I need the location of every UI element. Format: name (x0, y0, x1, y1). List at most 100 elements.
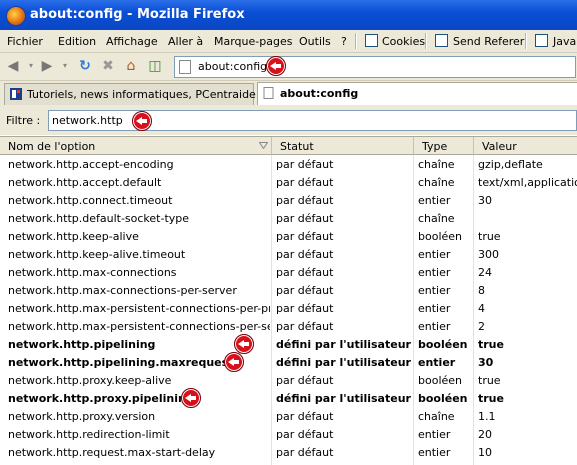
cell-value: 2 (478, 320, 485, 333)
menu-help[interactable]: ? (341, 35, 347, 48)
url-text: about:config (198, 60, 268, 73)
cell-status: par défaut (276, 158, 334, 171)
java-label: Java (553, 35, 577, 48)
new-tab-icon[interactable]: ◫ (146, 57, 164, 75)
cell-type: entier (418, 194, 451, 207)
table-row[interactable]: network.http.max-connections par défaut en… (0, 263, 577, 281)
cell-type: entier (418, 446, 451, 459)
menu-separator (425, 33, 427, 49)
sort-arrow-icon (259, 142, 268, 149)
red-arrow-icon (132, 111, 152, 131)
cell-name: network.http.connect.timeout (8, 194, 173, 207)
cell-name: network.http.max-persistent-connections-… (8, 302, 270, 315)
filter-input[interactable]: network.http (48, 110, 577, 131)
column-header-type[interactable]: Type (414, 137, 474, 155)
table-row[interactable]: network.http.connect.timeout par défaut en… (0, 191, 577, 209)
table-row[interactable]: network.http.request.max-start-delay par … (0, 443, 577, 461)
cell-type: entier (418, 320, 451, 333)
cell-type: booléen (418, 374, 463, 387)
cell-value: true (478, 338, 504, 351)
send-referer-checkbox[interactable] (435, 34, 448, 47)
cell-type: booléen (418, 338, 468, 351)
cell-type: booléen (418, 392, 468, 405)
menu-bar: Fichier Edition Affichage Aller à Marque… (0, 30, 577, 53)
cell-type: entier (418, 302, 451, 315)
cell-value: 1.1 (478, 410, 496, 423)
table-row[interactable]: network.http.default-socket-type par défa… (0, 209, 577, 227)
cell-name: network.http.accept.default (8, 176, 162, 189)
cell-status: par défaut (276, 428, 334, 441)
stop-icon[interactable]: ✖ (99, 57, 117, 75)
forward-dropdown-icon[interactable]: ▾ (56, 57, 74, 75)
page-icon (263, 87, 274, 99)
table-row[interactable]: network.http.proxy.pipelining défini par … (0, 389, 577, 407)
window-title: about:config - Mozilla Firefox (30, 7, 245, 22)
cell-value: 4 (478, 302, 485, 315)
cell-name: network.http.proxy.version (8, 410, 156, 423)
cell-status: par défaut (276, 284, 334, 297)
column-header-value[interactable]: Valeur (474, 137, 577, 155)
cell-status: par défaut (276, 248, 334, 261)
menu-outils[interactable]: Outils (299, 35, 331, 48)
reload-icon[interactable]: ↻ (76, 57, 94, 75)
filter-bar: Filtre : network.http (0, 105, 577, 135)
table-row[interactable]: network.http.max-persistent-connections-… (0, 317, 577, 335)
cell-type: entier (418, 356, 456, 369)
cookies-checkbox[interactable] (365, 34, 378, 47)
red-arrow-icon (181, 388, 201, 408)
back-icon[interactable]: ◀ (4, 57, 22, 75)
table-row[interactable]: network.http.accept.default par défaut cha… (0, 173, 577, 191)
table-row[interactable]: network.http.keep-alive.timeout par défau… (0, 245, 577, 263)
cell-value: 30 (478, 356, 494, 369)
cell-type: entier (418, 428, 451, 441)
forward-icon[interactable]: ▶ (38, 57, 56, 75)
table-row[interactable]: network.http.proxy.keep-alive par défaut b… (0, 371, 577, 389)
column-header-name[interactable]: Nom de l'option (0, 137, 272, 155)
column-header-status[interactable]: Statut (272, 137, 414, 155)
table-row[interactable]: network.http.keep-alive par défaut booléen… (0, 227, 577, 245)
home-icon[interactable]: ⌂ (122, 57, 140, 75)
cell-value: 30 (478, 194, 492, 207)
java-checkbox[interactable] (535, 34, 548, 47)
cell-type: entier (418, 266, 451, 279)
cell-type: chaîne (418, 158, 455, 171)
cell-value: true (478, 392, 504, 405)
menu-edition[interactable]: Edition (58, 35, 96, 48)
table-row[interactable]: network.http.pipelining.maxrequests défin… (0, 353, 577, 371)
cell-name: network.http.pipelining (8, 338, 156, 351)
filter-value: network.http (52, 114, 123, 127)
red-arrow-icon (266, 56, 286, 76)
cell-status: par défaut (276, 266, 334, 279)
table-row[interactable]: network.http.max-persistent-connections-… (0, 299, 577, 317)
menu-marque-pages[interactable]: Marque-pages (214, 35, 292, 48)
cell-value: true (478, 230, 501, 243)
cell-value: 8 (478, 284, 485, 297)
menu-fichier[interactable]: Fichier (7, 35, 43, 48)
cell-name: network.http.accept-encoding (8, 158, 174, 171)
cell-value: 300 (478, 248, 499, 261)
table-row[interactable]: network.http.pipelining défini par l'util… (0, 335, 577, 353)
table-row[interactable]: network.http.redirection-limit par défaut… (0, 425, 577, 443)
menu-aller[interactable]: Aller à (168, 35, 203, 48)
table-row[interactable]: network.http.max-connections-per-server p… (0, 281, 577, 299)
cell-name: network.http.keep-alive.timeout (8, 248, 186, 261)
cell-type: entier (418, 248, 451, 261)
preferences-table: Nom de l'option Statut Type Valeur netwo… (0, 136, 577, 465)
cell-name: network.http.max-connections (8, 266, 177, 279)
cell-value: true (478, 374, 501, 387)
cell-value: gzip,deflate (478, 158, 543, 171)
table-row[interactable]: network.http.accept-encoding par défaut ch… (0, 155, 577, 173)
cell-name: network.http.proxy.keep-alive (8, 374, 172, 387)
table-row[interactable]: network.http.proxy.version par défaut chaî… (0, 407, 577, 425)
url-bar[interactable]: about:config (174, 56, 576, 78)
cell-type: chaîne (418, 212, 455, 225)
cell-type: chaîne (418, 176, 455, 189)
tab-pcentraide[interactable]: Tutoriels, news informatiques, PCentraid… (4, 83, 256, 105)
navigation-toolbar: ◀ ▾ ▶ ▾ ↻ ✖ ⌂ ◫ about:config (0, 53, 577, 81)
menu-separator (525, 33, 527, 49)
cell-name: network.http.keep-alive (8, 230, 139, 243)
menu-affichage[interactable]: Affichage (106, 35, 158, 48)
tab-about-config[interactable]: about:config (257, 82, 577, 105)
cell-status: par défaut (276, 320, 334, 333)
tab-label: Tutoriels, news informatiques, PCentraid… (27, 88, 256, 101)
